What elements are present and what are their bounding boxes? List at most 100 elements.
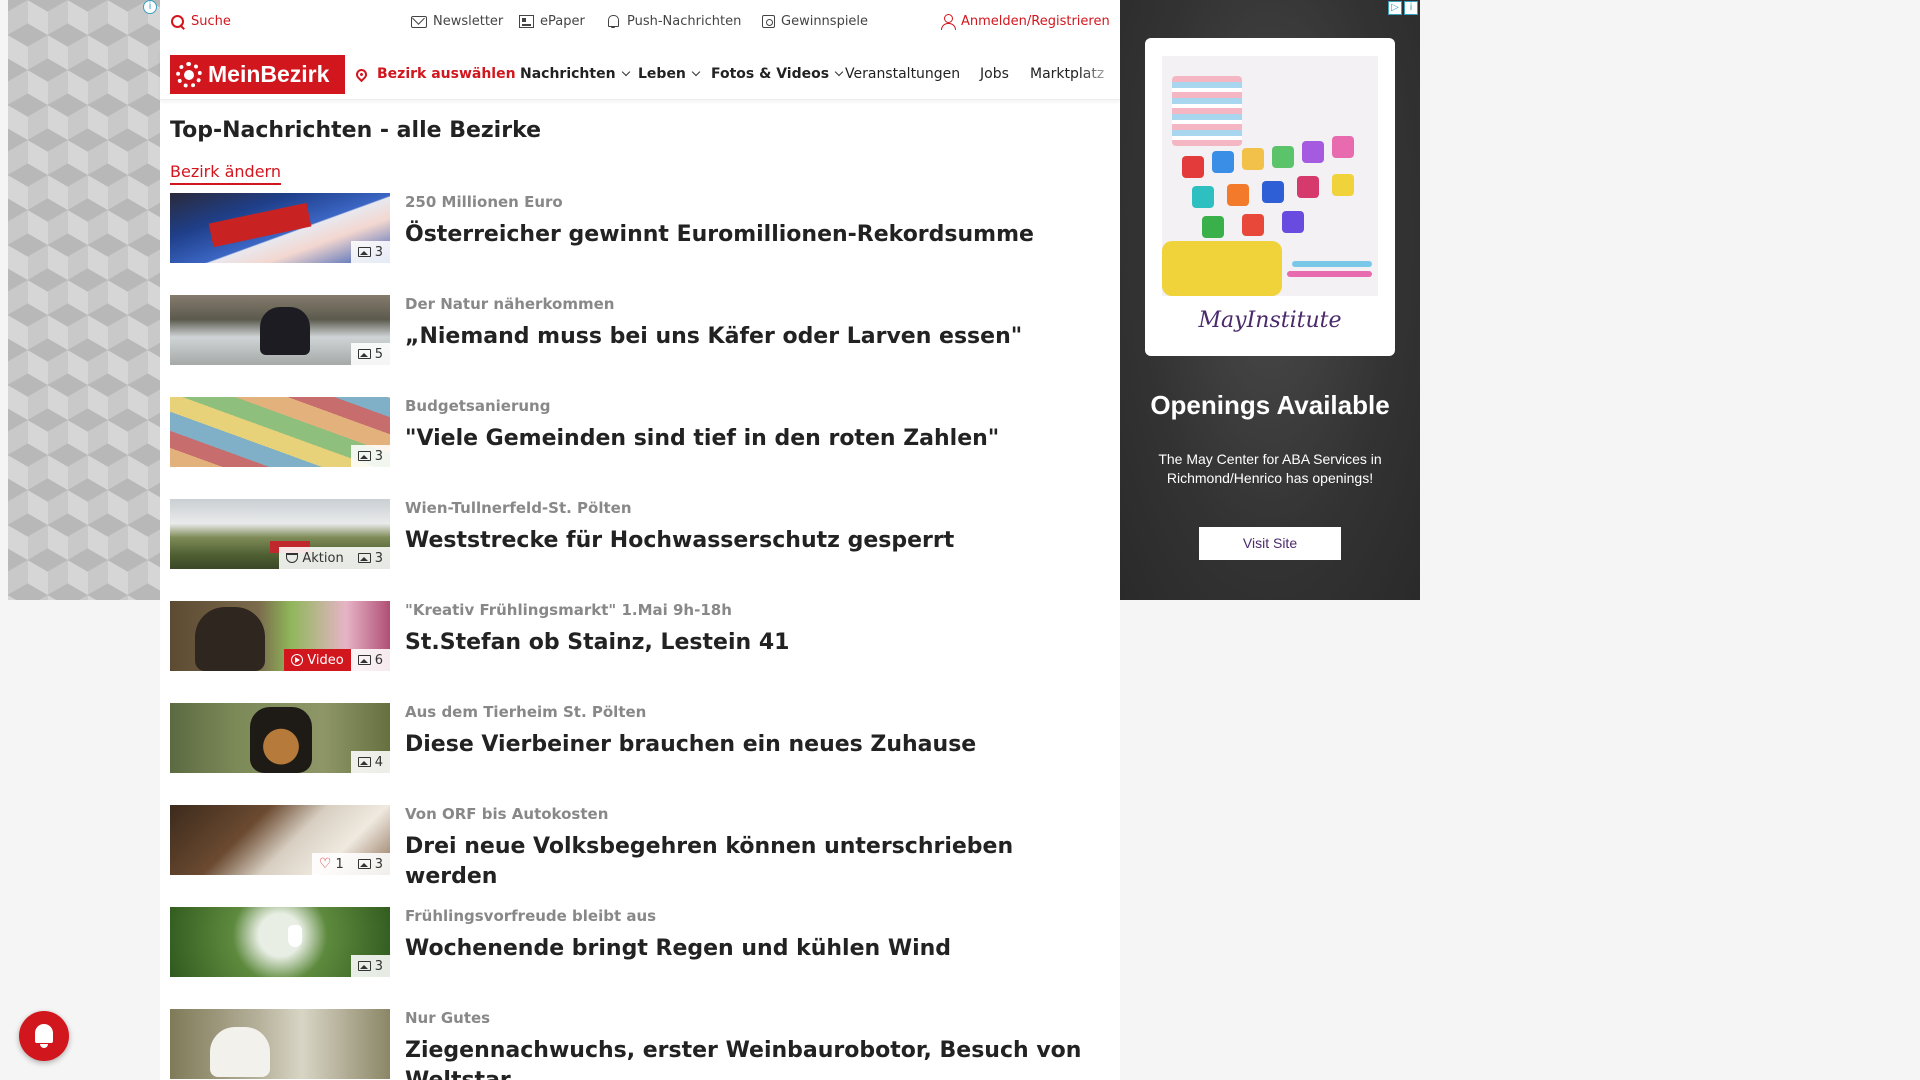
article-item[interactable]: Nur Gutes Ziegennachwuchs, erster Weinba… (170, 1009, 1110, 1080)
article-item[interactable]: Aktion 3 Wien-Tullnerfeld-St. Pölten Wes… (170, 499, 1110, 601)
article-item[interactable]: 3 250 Millionen Euro Österreicher gewinn… (170, 193, 1110, 295)
toy-block (1262, 181, 1284, 203)
district-selector[interactable]: Bezirk auswählen (353, 66, 516, 82)
goat-shape (210, 1027, 270, 1077)
epaper-link[interactable]: ePaper (519, 14, 585, 29)
image-icon (357, 451, 371, 461)
article-thumbnail[interactable]: 3 (170, 193, 390, 263)
article-list: 3 250 Millionen Euro Österreicher gewinn… (170, 193, 1110, 1080)
ad-visit-button[interactable]: Visit Site (1199, 527, 1341, 560)
snowdrop-shape (288, 925, 302, 947)
article-item[interactable]: 5 Der Natur näherkommen „Niemand muss be… (170, 295, 1110, 397)
photo-count: 5 (374, 346, 383, 362)
image-icon (357, 247, 371, 257)
article-headline[interactable]: St.Stefan ob Stainz, Lestein 41 (405, 628, 1105, 658)
nav-item-label: Fotos & Videos (711, 66, 830, 82)
toy-block (1302, 141, 1324, 163)
article-thumbnail[interactable]: ♡ 1 3 (170, 805, 390, 875)
ad-card[interactable]: MayInstitute (1145, 38, 1395, 356)
nav-item-veranstaltungen[interactable]: Veranstaltungen (845, 66, 960, 82)
nav-item-fotos-videos[interactable]: Fotos & Videos (711, 66, 844, 82)
ad-info-icon[interactable]: i (143, 0, 157, 14)
main-column: Suche Newsletter ePaper Push-Nachrichten… (160, 0, 1120, 1080)
toy-block (1272, 146, 1294, 168)
nav-fade (1080, 50, 1120, 99)
toy-block (1242, 214, 1264, 236)
article-headline[interactable]: Wochenende bringt Regen und kühlen Wind (405, 934, 1105, 964)
toy-block (1227, 184, 1249, 206)
nav-item-leben[interactable]: Leben (638, 66, 701, 82)
article-headline[interactable]: Diese Vierbeiner brauchen ein neues Zuha… (405, 730, 1105, 760)
ad-choices-icon[interactable]: ▷ (1388, 1, 1402, 15)
nav-item-jobs[interactable]: Jobs (980, 66, 1009, 82)
newspaper-icon (519, 15, 534, 28)
photo-count-badge: 3 (350, 955, 390, 977)
article-thumbnail[interactable]: 5 (170, 295, 390, 365)
article-item[interactable]: 4 Aus dem Tierheim St. Pölten Diese Vier… (170, 703, 1110, 805)
article-thumbnail[interactable]: 3 (170, 397, 390, 467)
article-item[interactable]: 3 Budgetsanierung "Viele Gemeinden sind … (170, 397, 1110, 499)
article-kicker: Aus dem Tierheim St. Pölten (405, 703, 647, 721)
video-badge: Video (284, 649, 351, 671)
photo-count-badge: 3 (350, 445, 390, 467)
article-item[interactable]: ♡ 1 3 Von ORF bis Autokosten Drei neue Vo… (170, 805, 1110, 907)
ad-info-icon[interactable]: i (1404, 1, 1418, 15)
article-headline[interactable]: "Viele Gemeinden sind tief in den roten … (405, 424, 1105, 454)
video-label: Video (307, 652, 344, 668)
likes-count: 1 (335, 856, 344, 872)
ad-text: The May Center for ABA Services in Richm… (1158, 451, 1382, 486)
article-item[interactable]: Video 6 "Kreativ Frühlingsmarkt" 1.Mai 9… (170, 601, 1110, 703)
push-label: Push-Nachrichten (627, 14, 742, 29)
logo-icon (176, 61, 202, 88)
left-ad-skin[interactable] (8, 0, 160, 600)
sidebar-ad[interactable]: ▷ i MayInstitute Openings Available The … (1120, 0, 1420, 600)
image-icon (357, 961, 371, 971)
ad-brand-logo: MayInstitute (1198, 308, 1342, 333)
article-headline[interactable]: Österreicher gewinnt Euromillionen-Rekor… (405, 220, 1105, 250)
chevron-down-icon (691, 67, 701, 77)
article-headline[interactable]: Weststrecke für Hochwasserschutz gesperr… (405, 526, 1105, 556)
photo-count-badge: 5 (350, 343, 390, 365)
push-link[interactable]: Push-Nachrichten (606, 14, 741, 29)
change-district-link[interactable]: Bezirk ändern (170, 162, 281, 185)
article-thumbnail[interactable]: 4 (170, 703, 390, 773)
photo-count-badge: 3 (350, 547, 390, 569)
photo-count-badge: 3 (350, 853, 390, 875)
photo-count: 3 (374, 856, 383, 872)
thumbnail-badges: 4 (350, 751, 390, 773)
games-link[interactable]: Gewinnspiele (762, 14, 868, 29)
article-thumbnail[interactable]: Aktion 3 (170, 499, 390, 569)
user-icon (940, 14, 956, 30)
article-kicker: 250 Millionen Euro (405, 193, 563, 211)
nav-item-nachrichten[interactable]: Nachrichten (520, 66, 630, 82)
dog-shape (250, 707, 312, 773)
photo-count: 6 (374, 652, 383, 668)
article-headline[interactable]: Drei neue Volksbegehren können unterschr… (405, 832, 1105, 891)
games-label: Gewinnspiele (781, 14, 869, 29)
article-thumbnail[interactable]: Video 6 (170, 601, 390, 671)
image-icon (357, 349, 371, 359)
ad-image (1162, 56, 1378, 296)
lottery-ticket-shape (208, 202, 312, 248)
nav-item-label: Leben (638, 66, 686, 82)
site-logo[interactable]: MeinBezirk (170, 55, 345, 94)
article-kicker: Von ORF bis Autokosten (405, 805, 609, 823)
article-thumbnail[interactable]: 3 (170, 907, 390, 977)
search-link[interactable]: Suche (170, 14, 231, 29)
ad-choices[interactable]: ▷ i (1388, 1, 1418, 15)
article-headline[interactable]: Ziegennachwuchs, erster Weinbaurobotor, … (405, 1036, 1105, 1080)
article-item[interactable]: 3 Frühlingsvorfreude bleibt aus Wochenen… (170, 907, 1110, 1009)
thumbnail-badges: 3 (350, 955, 390, 977)
login-link[interactable]: Anmelden/Registrieren (940, 14, 1110, 30)
article-kicker: Der Natur näherkommen (405, 295, 615, 313)
photo-count-badge: 6 (350, 649, 390, 671)
notification-bell-button[interactable] (19, 1011, 69, 1061)
article-headline[interactable]: „Niemand muss bei uns Käfer oder Larven … (405, 322, 1105, 352)
trophy-icon (286, 553, 299, 563)
newsletter-link[interactable]: Newsletter (411, 14, 503, 29)
article-kicker: Nur Gutes (405, 1009, 491, 1027)
article-thumbnail[interactable] (170, 1009, 390, 1079)
play-icon (291, 654, 304, 666)
search-label: Suche (191, 14, 231, 29)
toy-block (1202, 216, 1224, 238)
